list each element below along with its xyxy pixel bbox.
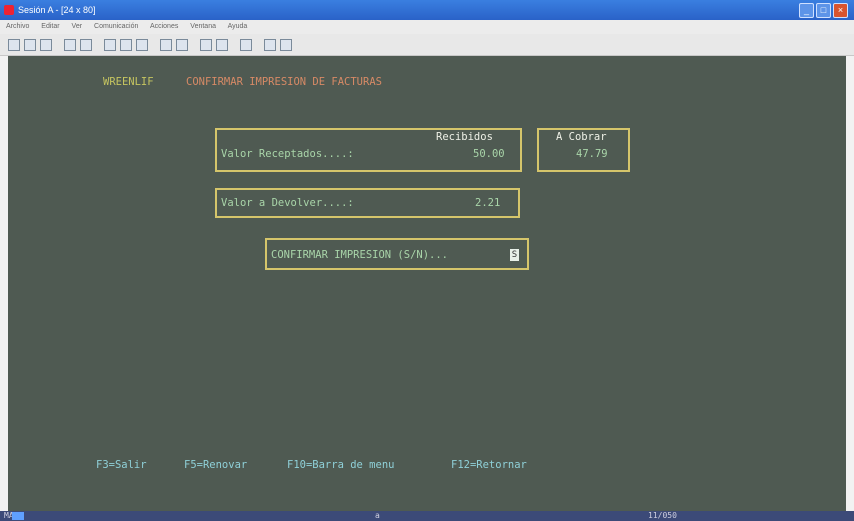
terminal-screen[interactable]: WREENLIF CONFIRMAR IMPRESION DE FACTURAS…	[8, 56, 846, 511]
confirm-prompt: CONFIRMAR IMPRESION (S/N)...	[271, 249, 449, 261]
menu-acciones[interactable]: Acciones	[150, 23, 178, 30]
window-title: Sesión A - [24 x 80]	[18, 5, 96, 15]
valor-receptados-value: 50.00	[473, 148, 505, 160]
menu-comunicacion[interactable]: Comunicación	[94, 23, 138, 30]
menu-ver[interactable]: Ver	[72, 23, 83, 30]
minimize-icon[interactable]: _	[799, 3, 814, 18]
receive-icon[interactable]	[80, 39, 92, 51]
valor-devolver-label: Valor a Devolver....:	[221, 197, 354, 209]
valor-devolver-value: 2.21	[475, 197, 501, 209]
status-mid: a	[375, 511, 380, 520]
confirm-input[interactable]: S	[510, 249, 519, 261]
menu-ventana[interactable]: Ventana	[190, 23, 216, 30]
page-title: CONFIRMAR IMPRESION DE FACTURAS	[186, 76, 382, 88]
record-icon[interactable]	[136, 39, 148, 51]
fkey-f5-renovar[interactable]: F5=Renovar	[184, 459, 247, 471]
maximize-icon[interactable]: □	[816, 3, 831, 18]
recibidos-header: Recibidos	[436, 131, 493, 143]
window-controls: _ □ ×	[799, 3, 848, 18]
play-icon[interactable]	[160, 39, 172, 51]
print-icon[interactable]	[8, 39, 20, 51]
title-bar: Sesión A - [24 x 80] _ □ ×	[0, 0, 854, 20]
a-cobrar-value: 47.79	[576, 148, 608, 160]
status-block-icon	[12, 512, 24, 520]
fkey-f10-barra-menu[interactable]: F10=Barra de menu	[287, 459, 394, 471]
fkey-f12-retornar[interactable]: F12=Retornar	[451, 459, 527, 471]
fkey-f3-salir[interactable]: F3=Salir	[96, 459, 147, 471]
menu-ayuda[interactable]: Ayuda	[228, 23, 248, 30]
a-cobrar-header: A Cobrar	[556, 131, 607, 143]
keyboard-icon[interactable]	[120, 39, 132, 51]
menu-archivo[interactable]: Archivo	[6, 23, 29, 30]
status-bar: MA a 11/050	[0, 511, 854, 521]
paste-icon[interactable]	[40, 39, 52, 51]
edit-icon[interactable]	[280, 39, 292, 51]
menu-editar[interactable]: Editar	[41, 23, 59, 30]
program-name: WREENLIF	[103, 76, 154, 88]
app-icon	[4, 5, 14, 15]
display-icon[interactable]	[104, 39, 116, 51]
help-icon[interactable]	[240, 39, 252, 51]
toolbar	[0, 34, 854, 56]
stop-icon[interactable]	[176, 39, 188, 51]
send-icon[interactable]	[64, 39, 76, 51]
settings-icon[interactable]	[216, 39, 228, 51]
menu-bar: Archivo Editar Ver Comunicación Acciones…	[0, 20, 854, 34]
copy-icon[interactable]	[24, 39, 36, 51]
valor-receptados-label: Valor Receptados....:	[221, 148, 354, 160]
map-icon[interactable]	[200, 39, 212, 51]
disconnect-icon[interactable]	[264, 39, 276, 51]
cursor-position: 11/050	[648, 511, 677, 520]
close-icon[interactable]: ×	[833, 3, 848, 18]
